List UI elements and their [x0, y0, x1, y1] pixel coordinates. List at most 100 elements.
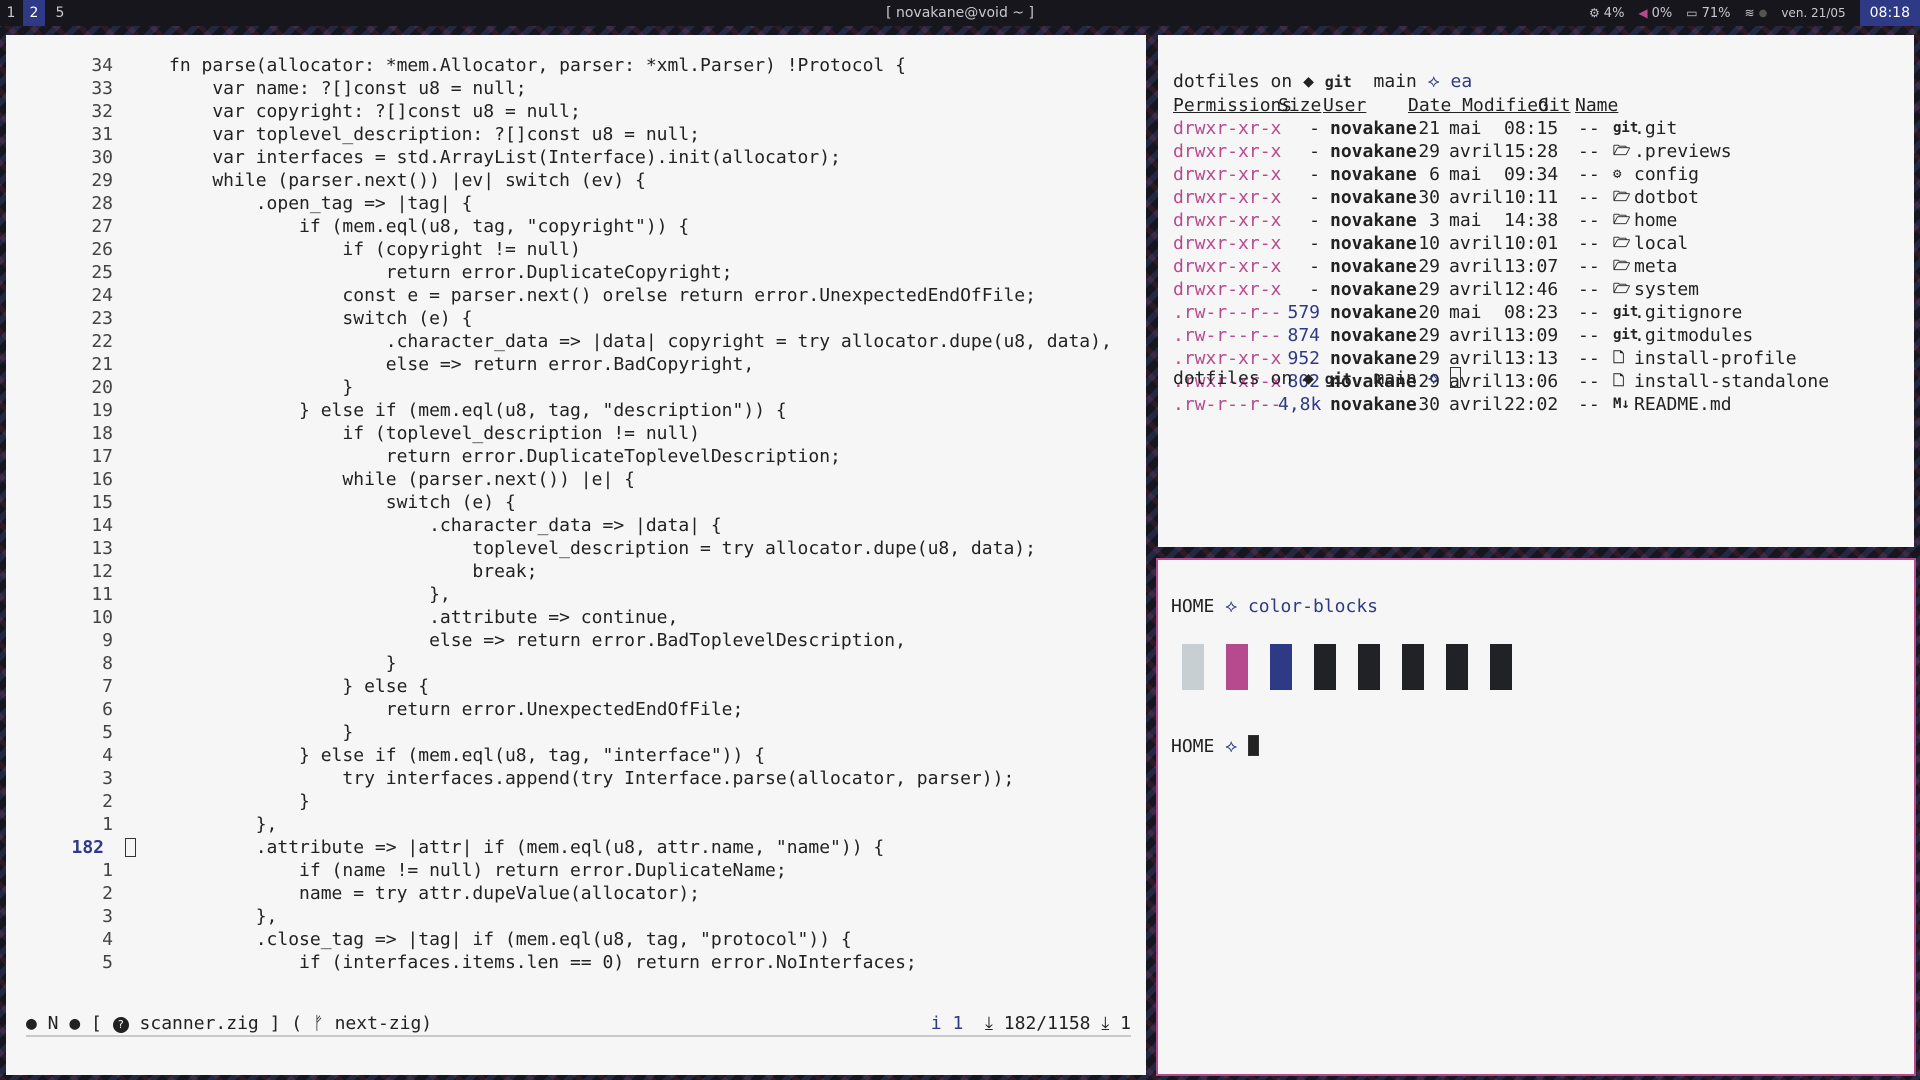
- code-line[interactable]: 30 var interfaces = std.ArrayList(Interf…: [6, 146, 1146, 169]
- line-number: 29: [91, 170, 113, 191]
- code-line[interactable]: 25 return error.DuplicateCopyright;: [6, 261, 1146, 284]
- file-name[interactable]: .git: [1634, 117, 1677, 140]
- code-line[interactable]: 23 switch (e) {: [6, 307, 1146, 330]
- code-line[interactable]: 16 while (parser.next()) |e| {: [6, 468, 1146, 491]
- file-name[interactable]: .previews: [1634, 140, 1732, 163]
- file-name[interactable]: README.md: [1634, 393, 1732, 416]
- date-time: 09:34: [1504, 164, 1559, 185]
- file-row[interactable]: .rw-r--r-- 874 novakane 29 avril 13:09 -- git .g…: [1158, 324, 1914, 347]
- date-day: 20: [1418, 302, 1440, 323]
- code-line[interactable]: 21 else => return error.BadCopyright,: [6, 353, 1146, 376]
- file-row[interactable]: drwxr-xr-x - novakane 29 avril 12:46 -- 🗁 system: [1158, 278, 1914, 301]
- workspace-1[interactable]: 1: [0, 0, 22, 26]
- workspace-5[interactable]: 5: [49, 0, 71, 26]
- permissions: drwxr-xr-x: [1173, 256, 1282, 277]
- git-status: --: [1578, 325, 1600, 346]
- code-line[interactable]: 5 if (interfaces.items.len == 0) return …: [6, 951, 1146, 974]
- file-name[interactable]: install-profile: [1634, 347, 1797, 370]
- code-line[interactable]: 5 }: [6, 721, 1146, 744]
- workspace-2[interactable]: 2: [23, 0, 45, 26]
- code-line[interactable]: 14 .character_data => |data| {: [6, 514, 1146, 537]
- column-header[interactable]: User: [1323, 94, 1366, 117]
- file-name[interactable]: system: [1634, 278, 1699, 301]
- file-name[interactable]: local: [1634, 232, 1688, 255]
- code-line[interactable]: 31 var toplevel_description: ?[]const u8…: [6, 123, 1146, 146]
- code-line[interactable]: 20 }: [6, 376, 1146, 399]
- column-header[interactable]: Date Modified: [1408, 94, 1549, 117]
- file-row[interactable]: drwxr-xr-x - novakane 3 mai 14:38 -- 🗁 home: [1158, 209, 1914, 232]
- line-number: 13: [91, 538, 113, 559]
- code-line[interactable]: 182 .attribute => |attr| if (mem.eql(u8,…: [6, 836, 1146, 859]
- code-line[interactable]: 27 if (mem.eql(u8, tag, "copyright")) {: [6, 215, 1146, 238]
- git-icon: ◆: [1303, 368, 1325, 389]
- color-blocks-terminal[interactable]: HOME ⟡ color-blocks HOME ⟡: [1156, 558, 1916, 1076]
- code-view[interactable]: 34 fn parse(allocator: *mem.Allocator, pa…: [6, 54, 1146, 974]
- terminal-cursor: [1247, 735, 1259, 756]
- code-line[interactable]: 11 },: [6, 583, 1146, 606]
- editor-window[interactable]: 34 fn parse(allocator: *mem.Allocator, pa…: [6, 35, 1146, 1075]
- file-name[interactable]: dotbot: [1634, 186, 1699, 209]
- code-line[interactable]: 15 switch (e) {: [6, 491, 1146, 514]
- code-line[interactable]: 32 var copyright: ?[]const u8 = null;: [6, 100, 1146, 123]
- code-line[interactable]: 9 else => return error.BadToplevelDescri…: [6, 629, 1146, 652]
- separator-dot: ●: [1758, 7, 1768, 19]
- code-line[interactable]: 3 try interfaces.append(try Interface.pa…: [6, 767, 1146, 790]
- line-number: 2: [102, 883, 113, 904]
- code-line[interactable]: 13 toplevel_description = try allocator.…: [6, 537, 1146, 560]
- code-line[interactable]: 24 const e = parser.next() orelse return…: [6, 284, 1146, 307]
- date: ven. 21/05: [1781, 6, 1846, 20]
- file-listing-terminal[interactable]: dotfiles on ◆ git main ⟡ ea Permissions S…: [1158, 35, 1914, 547]
- file-row[interactable]: drwxr-xr-x - novakane 30 avril 10:11 -- 🗁 dotbot: [1158, 186, 1914, 209]
- code-text: .open_tag => |tag| {: [169, 193, 473, 214]
- code-line[interactable]: 10 .attribute => continue,: [6, 606, 1146, 629]
- code-line[interactable]: 8 }: [6, 652, 1146, 675]
- code-line[interactable]: 3 },: [6, 905, 1146, 928]
- column-header[interactable]: Name: [1575, 94, 1618, 117]
- code-line[interactable]: 6 return error.UnexpectedEndOfFile;: [6, 698, 1146, 721]
- code-line[interactable]: 4 .close_tag => |tag| if (mem.eql(u8, ta…: [6, 928, 1146, 951]
- permissions: drwxr-xr-x: [1173, 210, 1282, 231]
- file-row[interactable]: drwxr-xr-x - novakane 6 mai 09:34 -- ⚙ config: [1158, 163, 1914, 186]
- code-text: .character_data => |data| copyright = tr…: [169, 331, 1112, 352]
- code-line[interactable]: 7 } else {: [6, 675, 1146, 698]
- file-row[interactable]: drwxr-xr-x - novakane 21 mai 08:15 -- git .git: [1158, 117, 1914, 140]
- wifi-icon[interactable]: ≋: [1745, 6, 1755, 20]
- file-row[interactable]: .rw-r--r-- 4,8k novakane 30 avril 22:02 -- M↓ RE…: [1158, 393, 1914, 416]
- file-name[interactable]: config: [1634, 163, 1699, 186]
- file-name[interactable]: home: [1634, 209, 1677, 232]
- git-status: --: [1578, 348, 1600, 369]
- file-row[interactable]: drwxr-xr-x - novakane 29 avril 13:07 -- 🗁 meta: [1158, 255, 1914, 278]
- file-name[interactable]: .gitmodules: [1634, 324, 1753, 347]
- code-line[interactable]: 2 }: [6, 790, 1146, 813]
- file-row[interactable]: drwxr-xr-x - novakane 10 avril 10:01 -- 🗁 local: [1158, 232, 1914, 255]
- date-month: avril: [1449, 256, 1504, 277]
- code-line[interactable]: 2 name = try attr.dupeValue(allocator);: [6, 882, 1146, 905]
- file-name[interactable]: install-standalone: [1634, 370, 1829, 393]
- column-header[interactable]: Size: [1278, 94, 1321, 117]
- branch-icon: ᚠ: [312, 1013, 324, 1034]
- code-line[interactable]: 29 while (parser.next()) |ev| switch (ev…: [6, 169, 1146, 192]
- code-line[interactable]: 19 } else if (mem.eql(u8, tag, "descript…: [6, 399, 1146, 422]
- code-line[interactable]: 28 .open_tag => |tag| {: [6, 192, 1146, 215]
- column-header[interactable]: Permissions: [1173, 94, 1292, 117]
- code-text: }: [169, 653, 397, 674]
- code-line[interactable]: 34 fn parse(allocator: *mem.Allocator, pa…: [6, 54, 1146, 77]
- permissions: .rw-r--r--: [1173, 394, 1282, 415]
- code-line[interactable]: 26 if (copyright != null): [6, 238, 1146, 261]
- file-name[interactable]: .gitignore: [1634, 301, 1742, 324]
- file-row[interactable]: .rw-r--r-- 579 novakane 20 mai 08:23 -- git .git…: [1158, 301, 1914, 324]
- code-line[interactable]: 1 if (name != null) return error.Duplica…: [6, 859, 1146, 882]
- code-line[interactable]: 22 .character_data => |data| copyright =…: [6, 330, 1146, 353]
- volume-muted-icon[interactable]: ◀: [1638, 6, 1647, 20]
- code-line[interactable]: 17 return error.DuplicateToplevelDescrip…: [6, 445, 1146, 468]
- code-line[interactable]: 33 var name: ?[]const u8 = null;: [6, 77, 1146, 100]
- code-line[interactable]: 12 break;: [6, 560, 1146, 583]
- code-line[interactable]: 1 },: [6, 813, 1146, 836]
- file-row[interactable]: drwxr-xr-x - novakane 29 avril 15:28 -- 🗁 .previ…: [1158, 140, 1914, 163]
- file-name[interactable]: meta: [1634, 255, 1677, 278]
- code-line[interactable]: 18 if (toplevel_description != null): [6, 422, 1146, 445]
- prompt-branch: main: [1373, 368, 1417, 389]
- code-text: return error.DuplicateCopyright;: [169, 262, 733, 283]
- code-line[interactable]: 4 } else if (mem.eql(u8, tag, "interface…: [6, 744, 1146, 767]
- column-header[interactable]: Git: [1538, 94, 1571, 117]
